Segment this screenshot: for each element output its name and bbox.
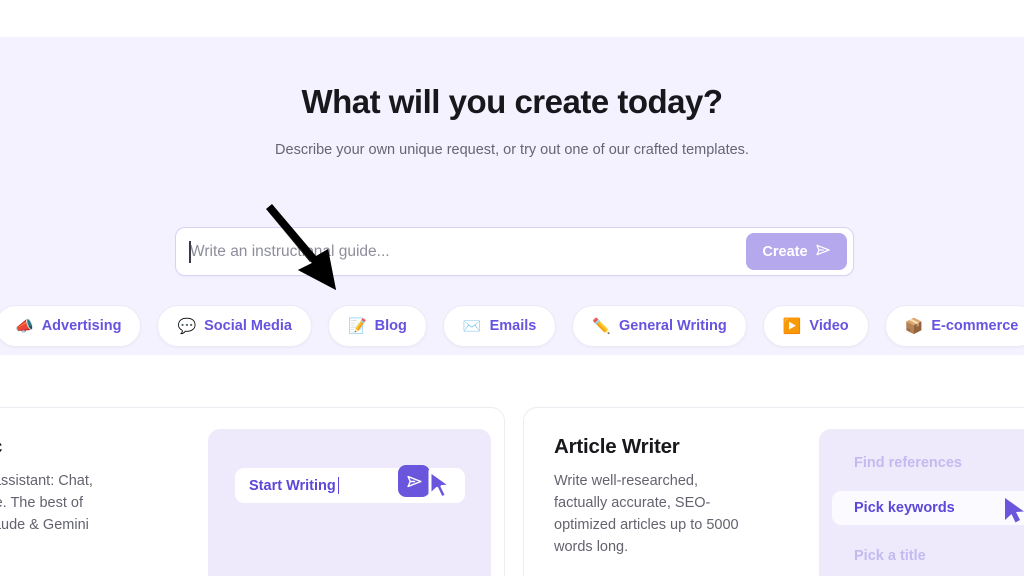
start-writing-label: Start Writing (249, 477, 336, 494)
hero-section: What will you create today? Describe you… (0, 37, 1024, 355)
speech-bubble-icon: 💬 (177, 317, 197, 335)
chip-e-commerce[interactable]: 📦 E-commerce (884, 305, 1024, 347)
card-preview-panel: Start Writing (208, 429, 491, 576)
card-text-block: tsonic -one AI assistant: Chat, h, Creat… (0, 435, 171, 558)
app-screen: What will you create today? Describe you… (0, 0, 1024, 576)
chip-label: Advertising (41, 318, 122, 334)
card-title: tsonic (0, 435, 171, 459)
template-card-article-writer[interactable]: Article Writer Write well-researched, fa… (523, 407, 1024, 576)
page-subtitle: Describe your own unique request, or try… (275, 142, 749, 158)
panel-row-pick-a-title[interactable]: Pick a title (832, 539, 1024, 573)
chip-label: Blog (374, 318, 407, 334)
create-button-label: Create (762, 243, 808, 260)
template-card-chatsonic[interactable]: tsonic -one AI assistant: Chat, h, Creat… (0, 407, 505, 576)
panel-row-pick-keywords[interactable]: Pick keywords (832, 491, 1024, 525)
prompt-search-bar[interactable]: Create (175, 227, 854, 276)
chip-social-media[interactable]: 💬 Social Media (157, 305, 312, 347)
chip-label: General Writing (619, 318, 727, 334)
card-preview-panel: Find references Pick keywords Pick a tit… (819, 429, 1024, 576)
text-caret (337, 477, 340, 494)
create-button[interactable]: Create (746, 233, 847, 270)
pencil-icon: ✏️ (592, 317, 612, 335)
memo-icon: 📝 (347, 317, 367, 335)
card-text-block: Article Writer Write well-researched, fa… (554, 435, 782, 558)
play-button-icon: ▶️ (782, 317, 802, 335)
card-description: Write well-researched, factually accurat… (554, 473, 739, 555)
chip-advertising[interactable]: 📣 Advertising (0, 305, 142, 347)
chip-general-writing[interactable]: ✏️ General Writing (572, 305, 747, 347)
card-title: Article Writer (554, 435, 680, 458)
search-input[interactable] (176, 228, 746, 275)
chip-label: Social Media (204, 318, 292, 334)
card-description: -one AI assistant: Chat, h, Create. The … (0, 473, 93, 533)
panel-row-label: Pick a title (854, 548, 926, 564)
chip-blog[interactable]: 📝 Blog (327, 305, 427, 347)
chip-label: Video (809, 318, 849, 334)
panel-row-label: Find references (854, 455, 962, 471)
chip-video[interactable]: ▶️ Video (762, 305, 869, 347)
text-caret (189, 241, 191, 263)
envelope-icon: ✉️ (462, 317, 482, 335)
megaphone-icon: 📣 (15, 317, 34, 335)
panel-row-find-references[interactable]: Find references (832, 446, 1024, 480)
panel-row-label: Pick keywords (854, 500, 955, 516)
chip-emails[interactable]: ✉️ Emails (442, 305, 557, 347)
page-title: What will you create today? (301, 83, 723, 120)
category-chip-list: 📣 Advertising 💬 Social Media 📝 Blog ✉️ E… (0, 305, 1024, 347)
mouse-pointer-icon (428, 469, 453, 500)
send-icon (815, 242, 831, 262)
package-icon: 📦 (904, 317, 924, 335)
chip-label: Emails (489, 318, 537, 334)
mouse-pointer-icon (1005, 498, 1024, 523)
chip-label: E-commerce (931, 318, 1019, 334)
